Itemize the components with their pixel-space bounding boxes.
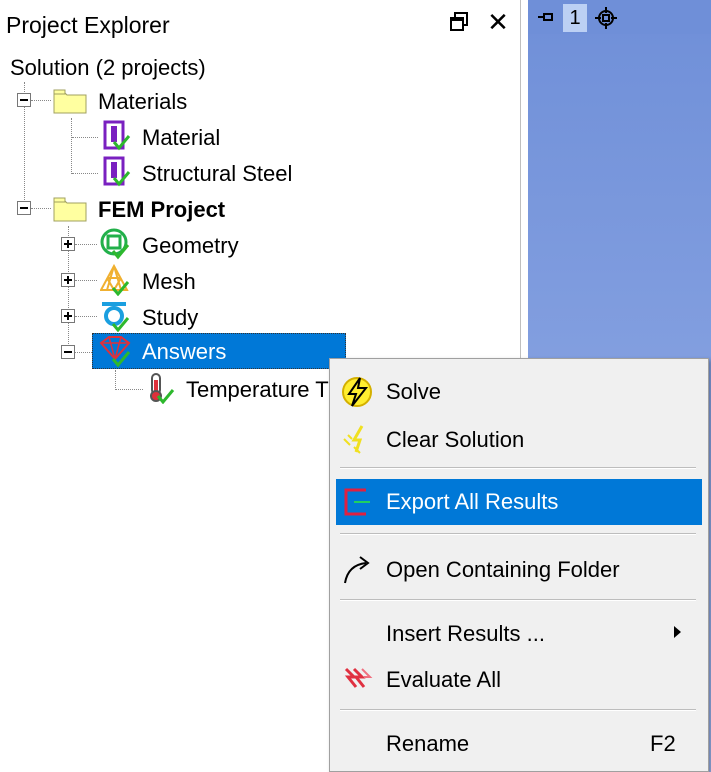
tree-connector — [71, 118, 72, 174]
material-icon — [103, 120, 131, 151]
mesh-icon — [100, 264, 130, 296]
menu-separator — [340, 709, 696, 711]
tree-connector — [72, 137, 98, 138]
menu-item-open-containing-folder[interactable]: Open Containing Folder — [336, 547, 702, 593]
menu-separator — [340, 599, 696, 601]
collapse-answers-toggle[interactable] — [61, 345, 75, 359]
viewport-tab-1[interactable]: 1 — [563, 4, 587, 32]
close-icon: ✕ — [487, 7, 509, 37]
collapse-materials-toggle[interactable] — [17, 93, 31, 107]
tree-node-materials[interactable]: Materials — [98, 89, 187, 115]
folder-icon — [53, 197, 87, 222]
float-window-button[interactable] — [448, 10, 470, 34]
geometry-icon — [100, 228, 130, 260]
menu-label-evaluate-all: Evaluate All — [386, 667, 501, 692]
tree-node-material[interactable]: Material — [142, 125, 220, 151]
answers-icon — [99, 336, 131, 367]
expand-mesh-toggle[interactable] — [61, 273, 75, 287]
answers-label: Answers — [142, 339, 227, 364]
close-panel-button[interactable]: ✕ — [486, 8, 510, 36]
evaluate-all-icon — [344, 667, 373, 688]
viewport-toolbar — [528, 0, 711, 34]
tree-connector — [31, 208, 51, 209]
menu-item-rename[interactable]: Rename F2 — [336, 721, 702, 767]
tree-node-geometry[interactable]: Geometry — [142, 233, 239, 259]
thermometer-icon — [150, 373, 175, 404]
menu-item-solve[interactable]: Solve — [336, 369, 702, 415]
tree-connector — [31, 100, 51, 101]
tree-node-study[interactable]: Study — [142, 305, 198, 331]
tree-connector — [72, 173, 98, 174]
menu-label-insert-results: Insert Results ... — [386, 621, 545, 646]
clear-solution-icon — [343, 425, 364, 454]
menu-separator — [340, 533, 696, 535]
tree-connector — [75, 244, 97, 245]
tree-node-fem-project[interactable]: FEM Project — [98, 197, 225, 223]
solve-icon — [342, 377, 372, 407]
restore-window-icon — [450, 12, 468, 31]
tree-connector — [75, 280, 97, 281]
tree-node-mesh[interactable]: Mesh — [142, 269, 196, 295]
tree-node-structural-steel[interactable]: Structural Steel — [142, 161, 292, 187]
tree-connector — [75, 352, 92, 353]
menu-label-clear-solution: Clear Solution — [386, 427, 525, 452]
menu-label-export-all-results: Export All Results — [386, 489, 559, 514]
menu-separator — [340, 467, 696, 469]
menu-item-insert-results[interactable]: Insert Results ... — [336, 611, 702, 657]
expand-geometry-toggle[interactable] — [61, 237, 75, 251]
tree-node-temperature[interactable]: Temperature T — [186, 377, 329, 403]
target-icon[interactable] — [594, 6, 618, 30]
tree-connector — [115, 389, 143, 390]
context-menu: Solve Clear Solution Export All Results … — [329, 358, 709, 772]
export-icon — [344, 488, 370, 516]
tree-connector — [75, 316, 97, 317]
menu-item-clear-solution[interactable]: Clear Solution — [336, 417, 702, 463]
menu-label-solve: Solve — [386, 379, 442, 404]
panel-title: Project Explorer — [6, 12, 170, 38]
shortcut-f2: F2 — [650, 731, 676, 756]
expand-study-toggle[interactable] — [61, 309, 75, 323]
tree-node-answers-selected[interactable]: Answers — [92, 333, 346, 369]
collapse-project-toggle[interactable] — [17, 201, 31, 215]
pin-icon[interactable] — [536, 10, 556, 24]
menu-item-evaluate-all[interactable]: Evaluate All — [336, 657, 702, 703]
material-icon — [103, 156, 131, 187]
study-icon — [102, 302, 130, 332]
explorer-header: Project Explorer ✕ — [0, 0, 520, 48]
solution-node[interactable]: Solution (2 projects) — [10, 55, 206, 81]
tree-connector — [115, 370, 116, 390]
menu-label-open-containing-folder: Open Containing Folder — [386, 557, 620, 582]
folder-icon — [53, 89, 87, 114]
submenu-arrow-icon — [674, 626, 681, 638]
open-folder-arrow-icon — [344, 556, 370, 584]
menu-item-export-all-results[interactable]: Export All Results — [336, 479, 702, 525]
menu-label-rename: Rename — [386, 731, 470, 756]
